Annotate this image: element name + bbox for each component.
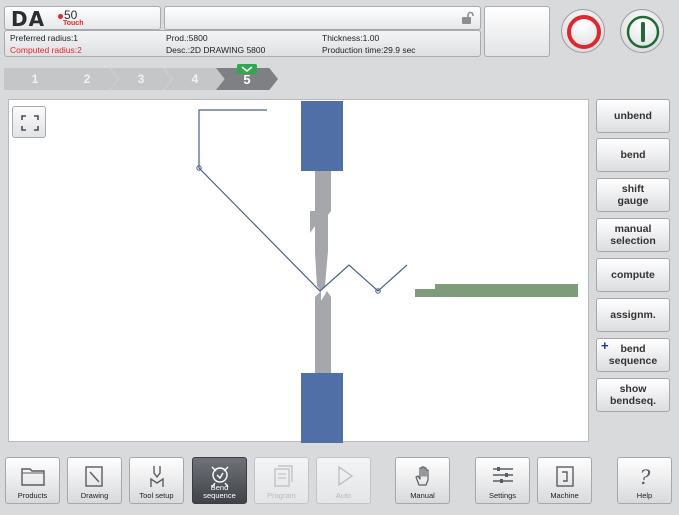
manual-label: Manual (410, 491, 435, 500)
bend-sequence-tab-label: Bend sequence (203, 483, 236, 500)
step-2[interactable]: 2 (56, 68, 118, 90)
play-icon (338, 465, 354, 487)
logo-brand: DA (11, 7, 46, 31)
upper-beam (301, 101, 343, 171)
shift-gauge-button[interactable]: shift gauge (596, 178, 670, 212)
help-button[interactable]: ? Help (617, 457, 672, 504)
status-box (484, 6, 550, 57)
plus-icon: + (601, 338, 609, 353)
fullscreen-button[interactable] (12, 106, 46, 138)
back-gauge-finger (435, 284, 578, 289)
help-label: Help (636, 491, 653, 500)
auto-button[interactable]: Auto (316, 457, 371, 504)
auto-label: Auto (335, 491, 352, 500)
start-button[interactable] (620, 9, 664, 53)
program-label: Program (267, 491, 296, 500)
punch-shoulder (310, 211, 315, 233)
tool-setup-label: Tool setup (139, 491, 174, 500)
manual-button[interactable]: Manual (395, 457, 450, 504)
manual-selection-button[interactable]: manual selection (596, 218, 670, 252)
start-icon (626, 15, 660, 49)
products-button[interactable]: Products (5, 457, 60, 504)
program-title-bar[interactable] (164, 6, 481, 30)
bend-sequence-button[interactable]: + bend sequence (596, 338, 670, 372)
bend-direction-icon (237, 64, 257, 74)
step-4[interactable]: 4 (164, 68, 226, 90)
program-icon (274, 465, 293, 487)
unlock-icon[interactable] (460, 11, 474, 25)
logo: DA 50 Touch (4, 6, 161, 31)
products-label: Products (17, 491, 48, 500)
compute-button[interactable]: compute (596, 258, 670, 292)
bend-step-bar: 1 2 3 4 5 (4, 64, 304, 94)
drawing-label: Drawing (80, 491, 109, 500)
drawing-icon (85, 466, 103, 487)
settings-label: Settings (488, 491, 517, 500)
machine-label: Machine (550, 491, 579, 500)
drawing-button[interactable]: Drawing (67, 457, 122, 504)
bend-button[interactable]: bend (596, 138, 670, 172)
machine-icon (556, 466, 574, 487)
back-gauge (415, 289, 578, 297)
program-info-panel: Preferred radius:1 Computed radius:2 Pro… (4, 30, 481, 57)
unbend-button[interactable]: unbend (596, 99, 670, 133)
svg-text:?: ? (640, 465, 651, 489)
preferred-radius: Preferred radius:1 (10, 33, 79, 43)
bend-sequence-label: bend sequence (608, 343, 658, 367)
stop-icon (567, 15, 601, 49)
settings-icon (493, 467, 513, 483)
lower-beam (301, 373, 343, 443)
tool-setup-button[interactable]: Tool setup (129, 457, 184, 504)
thickness: Thickness:1.00 (322, 33, 380, 43)
help-icon: ? (640, 465, 651, 489)
logo-dot (58, 14, 63, 19)
folder-icon (21, 468, 45, 486)
tool-setup-icon (150, 466, 164, 487)
show-bendseq-button[interactable]: show bendseq. (596, 378, 670, 412)
step-3[interactable]: 3 (110, 68, 172, 90)
product-description: Desc.:2D DRAWING 5800 (166, 45, 266, 55)
bend-simulation-drawing (196, 101, 578, 443)
stop-button[interactable] (561, 9, 605, 53)
program-button[interactable]: Program (254, 457, 309, 504)
fullscreen-icon (21, 115, 39, 131)
computed-radius: Computed radius:2 (10, 45, 82, 55)
step-1[interactable]: 1 (4, 68, 66, 90)
hand-icon (415, 466, 429, 486)
logo-sub: Touch (63, 20, 84, 27)
machine-button[interactable]: Machine (537, 457, 592, 504)
bend-sequence-tab[interactable]: Bend sequence (192, 457, 247, 504)
settings-button[interactable]: Settings (475, 457, 530, 504)
bend-simulation-canvas[interactable] (8, 99, 589, 443)
production-time: Production time:29.9 sec (322, 45, 416, 55)
assignm-button[interactable]: assignm. (596, 298, 670, 332)
die (315, 291, 331, 373)
punch (315, 171, 331, 291)
product-number: Prod.:5800 (166, 33, 208, 43)
